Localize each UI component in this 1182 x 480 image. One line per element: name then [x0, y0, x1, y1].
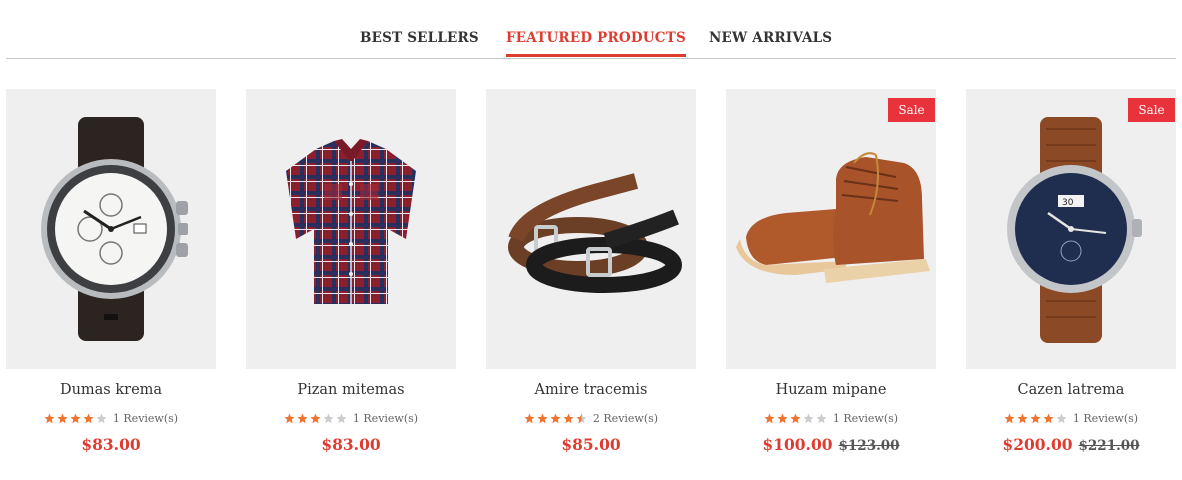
- sale-badge: Sale: [1128, 98, 1175, 122]
- star-icon: [44, 413, 55, 423]
- product-image[interactable]: Sale: [726, 89, 936, 369]
- product-card: Amire tracemis 2 Review(s) $85.00: [486, 89, 696, 455]
- star-icon: [70, 413, 81, 423]
- product-rating: 1 Review(s): [6, 411, 216, 425]
- star-icon: [1043, 413, 1054, 423]
- star-icon: [816, 413, 827, 423]
- product-rating: 1 Review(s): [726, 411, 936, 425]
- current-price: $85.00: [561, 435, 621, 454]
- star-icon: [537, 413, 548, 423]
- star-icon: [310, 413, 321, 423]
- svg-text:30: 30: [1062, 198, 1074, 208]
- product-price: $200.00 $221.00: [966, 435, 1176, 456]
- star-icon: [550, 413, 561, 423]
- star-icon: [563, 413, 574, 423]
- tab-new-arrivals[interactable]: NEW ARRIVALS: [709, 30, 832, 46]
- product-image[interactable]: [486, 89, 696, 369]
- product-name[interactable]: Huzam mipane: [726, 381, 936, 399]
- star-icon: [284, 413, 295, 423]
- product-card: Dumas krema 1 Review(s) $83.00: [6, 89, 216, 455]
- boot-icon: [736, 152, 930, 283]
- tabs-divider: [6, 58, 1176, 59]
- star-icon: [1056, 413, 1067, 423]
- tab-featured-products[interactable]: FEATURED PRODUCTS: [506, 30, 686, 57]
- product-card: Sale Huzam mipane 1 Review(s) $100.00 $12…: [726, 89, 936, 456]
- product-name[interactable]: Amire tracemis: [486, 381, 696, 399]
- old-price: $123.00: [838, 438, 900, 454]
- current-price: $100.00: [762, 435, 833, 454]
- star-rating: [44, 413, 109, 424]
- old-price: $221.00: [1078, 438, 1140, 454]
- plaid-shirt-icon: [286, 139, 416, 304]
- star-icon: [336, 413, 347, 423]
- reviews-link[interactable]: 1 Review(s): [833, 412, 898, 425]
- reviews-link[interactable]: 1 Review(s): [113, 412, 178, 425]
- current-price: $200.00: [1002, 435, 1073, 454]
- product-name[interactable]: Dumas krema: [6, 381, 216, 399]
- watch-blue-icon: 30: [1007, 117, 1142, 343]
- product-tabs: BEST SELLERS FEATURED PRODUCTS NEW ARRIV…: [0, 0, 1182, 59]
- star-rating: [1004, 413, 1069, 424]
- star-icon: [57, 413, 68, 423]
- star-icon: [764, 413, 775, 423]
- active-tab-underline: [506, 54, 686, 57]
- current-price: $83.00: [81, 435, 141, 454]
- star-icon: [96, 413, 107, 423]
- reviews-link[interactable]: 1 Review(s): [1073, 412, 1138, 425]
- star-rating: [524, 413, 589, 424]
- product-rating: 2 Review(s): [486, 411, 696, 425]
- tab-best-sellers[interactable]: BEST SELLERS: [360, 30, 479, 46]
- star-icon: [1030, 413, 1041, 423]
- star-icon: [1017, 413, 1028, 423]
- belts-icon: [508, 173, 682, 293]
- star-rating: [764, 413, 829, 424]
- product-price: $83.00: [246, 435, 456, 455]
- reviews-link[interactable]: 1 Review(s): [353, 412, 418, 425]
- star-icon: [323, 413, 334, 423]
- product-price: $83.00: [6, 435, 216, 455]
- product-card: Pizan mitemas 1 Review(s) $83.00: [246, 89, 456, 455]
- star-icon: [790, 413, 801, 423]
- reviews-link[interactable]: 2 Review(s): [593, 412, 658, 425]
- star-icon: [297, 413, 308, 423]
- star-icon: [576, 413, 587, 423]
- star-icon: [1004, 413, 1015, 423]
- star-icon: [803, 413, 814, 423]
- star-icon: [524, 413, 535, 423]
- watch-steel-icon: [41, 117, 188, 341]
- product-name[interactable]: Pizan mitemas: [246, 381, 456, 399]
- product-price: $100.00 $123.00: [726, 435, 936, 456]
- product-price: $85.00: [486, 435, 696, 455]
- sale-badge: Sale: [888, 98, 935, 122]
- tab-featured-products-label: FEATURED PRODUCTS: [506, 30, 686, 46]
- star-rating: [284, 413, 349, 424]
- product-name[interactable]: Cazen latrema: [966, 381, 1176, 399]
- product-rating: 1 Review(s): [966, 411, 1176, 425]
- current-price: $83.00: [321, 435, 381, 454]
- product-image[interactable]: [246, 89, 456, 369]
- star-icon: [777, 413, 788, 423]
- product-card: 30 Sale Cazen latrema 1 Review(s) $200.0…: [966, 89, 1176, 456]
- product-image[interactable]: 30 Sale: [966, 89, 1176, 369]
- star-icon: [83, 413, 94, 423]
- product-rating: 1 Review(s): [246, 411, 456, 425]
- product-image[interactable]: [6, 89, 216, 369]
